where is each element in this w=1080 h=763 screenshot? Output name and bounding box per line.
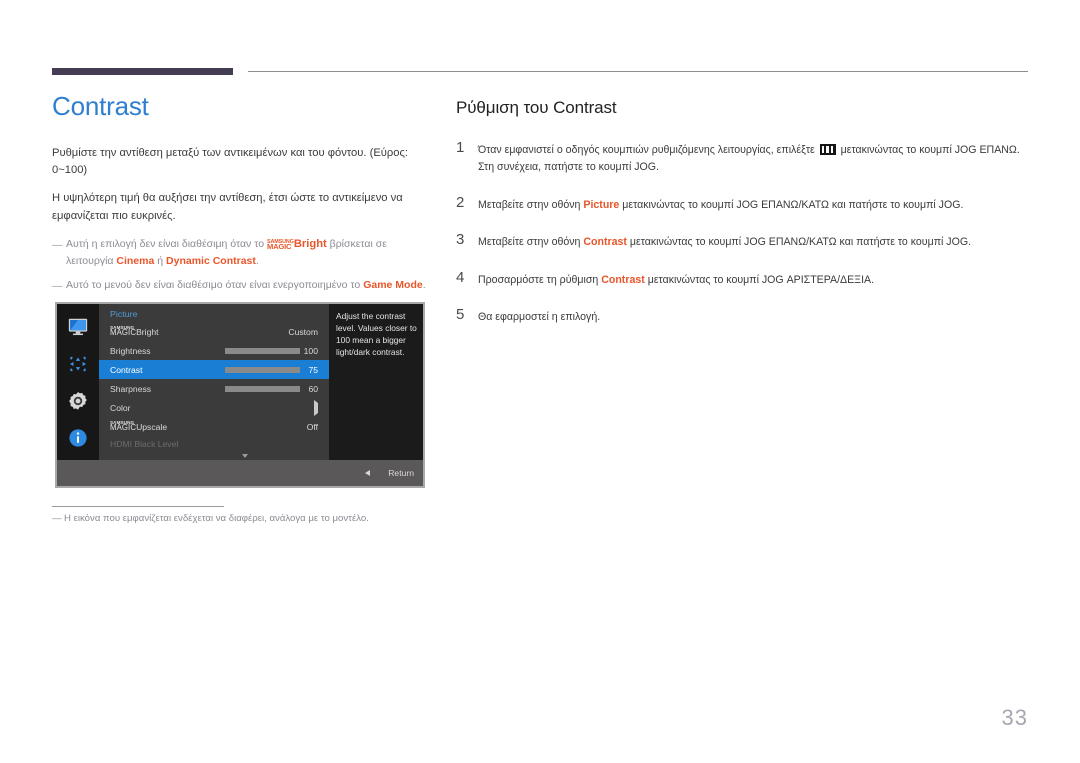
right-column: Ρύθμιση του Contrast 1 Όταν εμφανιστεί ο… [456,98,1031,345]
samsung-magic-logo-osd: SAMSUNG MAGIC [110,326,137,338]
osd-row-magicupscale[interactable]: SAMSUNG MAGIC Upscale Off [99,417,329,436]
monitor-icon[interactable] [67,316,89,338]
description-paragraph-2: Η υψηλότερη τιμή θα αυξήσει την αντίθεση… [52,192,403,222]
return-label[interactable]: Return [388,468,414,478]
osd-menu-rows: SAMSUNG MAGIC Bright Custom Brightness 100… [99,322,329,452]
step-2-post: μετακινώντας το κουμπί JOG ΕΠΑΝΩ/ΚΑΤΩ κα… [619,198,964,211]
step-text: Θα εφαρμοστεί η επιλογή. [478,307,1031,326]
osd-row-sharpness[interactable]: Sharpness 60 [99,379,329,398]
osd-row-label: SAMSUNG MAGIC Upscale [110,421,168,433]
step-4-keyword: Contrast [601,273,645,286]
step-item: 3 Μεταβείτε στην οθόνη Contrast μετακινώ… [456,232,1031,251]
page-number: 33 [1001,705,1028,730]
osd-menu-title: Picture [110,309,138,319]
osd-row-label-text: Upscale [136,421,168,432]
note-item-2: ― Αυτό το μενού δεν είναι διαθέσιμο όταν … [52,277,427,293]
step-text: Μεταβείτε στην οθόνη Contrast μετακινώντ… [478,232,1031,251]
osd-row-value: Off [306,421,318,432]
step-2-pre: Μεταβείτε στην οθόνη [478,198,584,211]
step-4-pre: Προσαρμόστε τη ρύθμιση [478,273,602,286]
step-5-pre: Θα εφαρμοστεί η επιλογή. [478,311,601,324]
gear-icon[interactable] [67,390,89,412]
osd-row-brightness[interactable]: Brightness 100 [99,341,329,360]
magic-logo-line2: MAGIC [266,242,292,252]
step-text: Όταν εμφανιστεί ο οδηγός κουμπιών ρυθμιζ… [478,140,1031,177]
osd-bottom-bar: Return [57,460,423,486]
step-3-pre: Μεταβείτε στην οθόνη [478,236,584,249]
step-number: 1 [456,139,465,156]
section-title: Ρύθμιση του Contrast [456,98,617,117]
step-item: 2 Μεταβείτε στην οθόνη Picture μετακινών… [456,193,1031,214]
step-number: 3 [456,231,465,249]
page-title: Contrast [52,91,149,121]
note-1-keyword-dynamic-contrast: Dynamic Contrast [166,255,256,268]
step-4-post: μετακινώντας το κουμπί JOG ΑΡΙΣΤΕΡΑ/ΔΕΞΙ… [644,273,875,286]
step-3-keyword: Contrast [583,236,627,249]
osd-menu-panel: Picture SAMSUNG MAGIC Bright Custom Bright… [99,304,329,460]
step-item: 5 Θα εφαρμοστεί η επιλογή. [456,307,1031,326]
note-2-post: . [422,278,426,291]
sharpness-slider[interactable] [225,385,300,392]
step-1-pre: Όταν εμφανιστεί ο οδηγός κουμπιών ρυθμιζ… [478,144,818,156]
osd-row-value [314,399,318,416]
magic-logo-line2: MAGIC [110,328,137,338]
step-number: 4 [456,268,465,286]
note-dash: ― [52,239,63,252]
osd-row-label: Color [110,402,131,413]
note-2-pre: Αυτό το μενού δεν είναι διαθέσιμο όταν ε… [66,278,364,291]
osd-help-text: Adjust the contrast level. Values closer… [329,304,423,460]
step-text: Προσαρμόστε τη ρύθμιση Contrast μετακινώ… [478,270,1031,289]
osd-row-color[interactable]: Color [99,398,329,417]
left-column: Contrast Ρυθμίστε την αντίθεση μεταξύ τω… [52,92,427,300]
step-2-keyword: Picture [583,198,620,211]
footnote-text: Η εικόνα που εμφανίζεται ενδέχεται να δι… [64,513,369,524]
osd-row-label: Contrast [110,364,143,375]
image-footnote: ― Η εικόνα που εμφανίζεται ενδέχεται να δ… [52,512,472,526]
osd-row-label: SAMSUNG MAGIC Bright [110,326,159,338]
osd-screenshot: Picture SAMSUNG MAGIC Bright Custom Bright… [55,302,425,488]
header-accent-bar [52,68,233,75]
contrast-slider[interactable] [225,366,300,373]
step-3-post: μετακινώντας το κουμπί JOG ΕΠΑΝΩ/ΚΑΤΩ κα… [626,236,972,249]
samsung-magic-logo-osd: SAMSUNG MAGIC [110,421,137,433]
osd-sidebar [57,304,99,460]
footnote-rule [52,506,224,507]
step-text: Μεταβείτε στην οθόνη Picture μετακινώντα… [478,195,1031,214]
return-arrow-icon[interactable] [365,470,371,476]
osd-row-label: Brightness [110,345,151,356]
step-item: 1 Όταν εμφανιστεί ο οδηγός κουμπιών ρυθμ… [456,140,1031,177]
note-item-1: ― Αυτή η επιλογή δεν είναι διαθέσιμη όταν… [52,236,427,270]
jog-menu-icon [819,144,836,155]
osd-row-value: Custom [288,326,318,337]
footnote-dash: ― [52,513,62,524]
step-item: 4 Προσαρμόστε τη ρύθμιση Contrast μετακι… [456,268,1031,289]
note-1-keyword-cinema: Cinema [116,255,155,268]
osd-row-label: HDMI Black Level [110,439,179,449]
move-arrows-icon[interactable] [67,353,89,375]
note-dash: ― [52,279,63,292]
osd-row-label: Sharpness [110,383,152,394]
info-icon[interactable] [67,427,89,449]
osd-row-hdmi-black-level[interactable]: HDMI Black Level [99,436,329,452]
osd-row-magicbright[interactable]: SAMSUNG MAGIC Bright Custom [99,322,329,341]
step-number: 2 [456,193,465,211]
note-1-pre: Αυτή η επιλογή δεν είναι διαθέσιμη όταν … [66,238,267,251]
chevron-right-icon [314,399,318,416]
brightness-slider[interactable] [225,347,300,354]
note-2-keyword-game-mode: Game Mode [363,278,423,291]
chevron-down-icon[interactable] [242,454,248,458]
header-rule-line [248,71,1028,72]
osd-row-label-text: Bright [136,326,159,337]
description-paragraph-1: Ρυθμίστε την αντίθεση μεταξύ των αντικει… [52,146,409,176]
osd-row-contrast[interactable]: Contrast 75 [99,360,329,379]
step-number: 5 [456,306,465,324]
magic-logo-line2: MAGIC [110,423,137,433]
osd-inner: Picture SAMSUNG MAGIC Bright Custom Bright… [57,304,423,486]
note-1-post: . [255,255,259,268]
manual-page: Contrast Ρυθμίστε την αντίθεση μεταξύ τω… [0,0,1080,763]
note-1-magic-word: Bright [293,238,327,251]
note-1-between: ή [154,255,167,268]
samsung-magic-logo-inline: SAMSUNG MAGIC [266,239,294,252]
